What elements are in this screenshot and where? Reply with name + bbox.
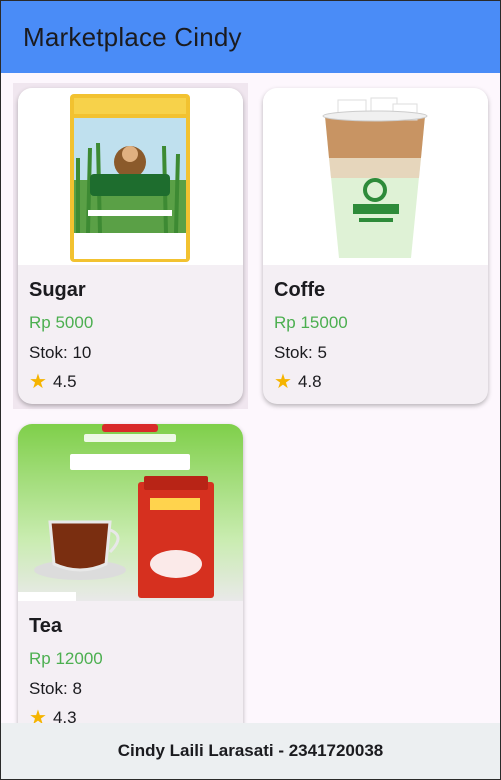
product-card-coffe[interactable]: Coffe Rp 15000 Stok: 5 ★ 4.8	[263, 88, 488, 404]
product-price: Rp 15000	[274, 313, 348, 332]
product-stock: Stok: 5	[274, 343, 327, 362]
product-image-coffe	[263, 88, 488, 265]
product-stock: Stok: 10	[29, 343, 92, 362]
product-image-sugar	[18, 88, 243, 265]
product-card-tea[interactable]: Tea Rp 12000 Stok: 8 ★ 4.3	[18, 424, 243, 725]
iced-latte-image	[322, 97, 428, 258]
footer-text: Cindy Laili Larasati - 2341720038	[117, 741, 384, 760]
sugar-bag-image	[70, 94, 190, 262]
product-grid[interactable]: Sugar Rp 5000 Stok: 10 ★ 4.5 Coffe Rp 15…	[1, 73, 500, 725]
product-price: Rp 5000	[29, 313, 94, 332]
app-bar: Marketplace Cindy	[1, 1, 500, 73]
black-tea-image	[18, 424, 243, 601]
product-price: Rp 12000	[29, 649, 103, 668]
product-rating: ★ 4.5	[29, 372, 77, 392]
app-title: Marketplace Cindy	[23, 21, 242, 52]
product-rating: ★ 4.8	[274, 372, 322, 392]
product-stock: Stok: 8	[29, 679, 82, 698]
star-icon: ★	[29, 371, 47, 393]
star-icon: ★	[274, 371, 292, 393]
product-name: Coffe	[274, 279, 326, 301]
rating-value: 4.5	[52, 372, 77, 391]
product-image-tea	[18, 424, 243, 601]
product-name: Sugar	[29, 279, 86, 301]
footer-bar: Cindy Laili Larasati - 2341720038	[1, 723, 500, 779]
rating-value: 4.8	[297, 372, 322, 391]
product-name: Tea	[29, 615, 62, 637]
product-card-sugar[interactable]: Sugar Rp 5000 Stok: 10 ★ 4.5	[18, 88, 243, 404]
